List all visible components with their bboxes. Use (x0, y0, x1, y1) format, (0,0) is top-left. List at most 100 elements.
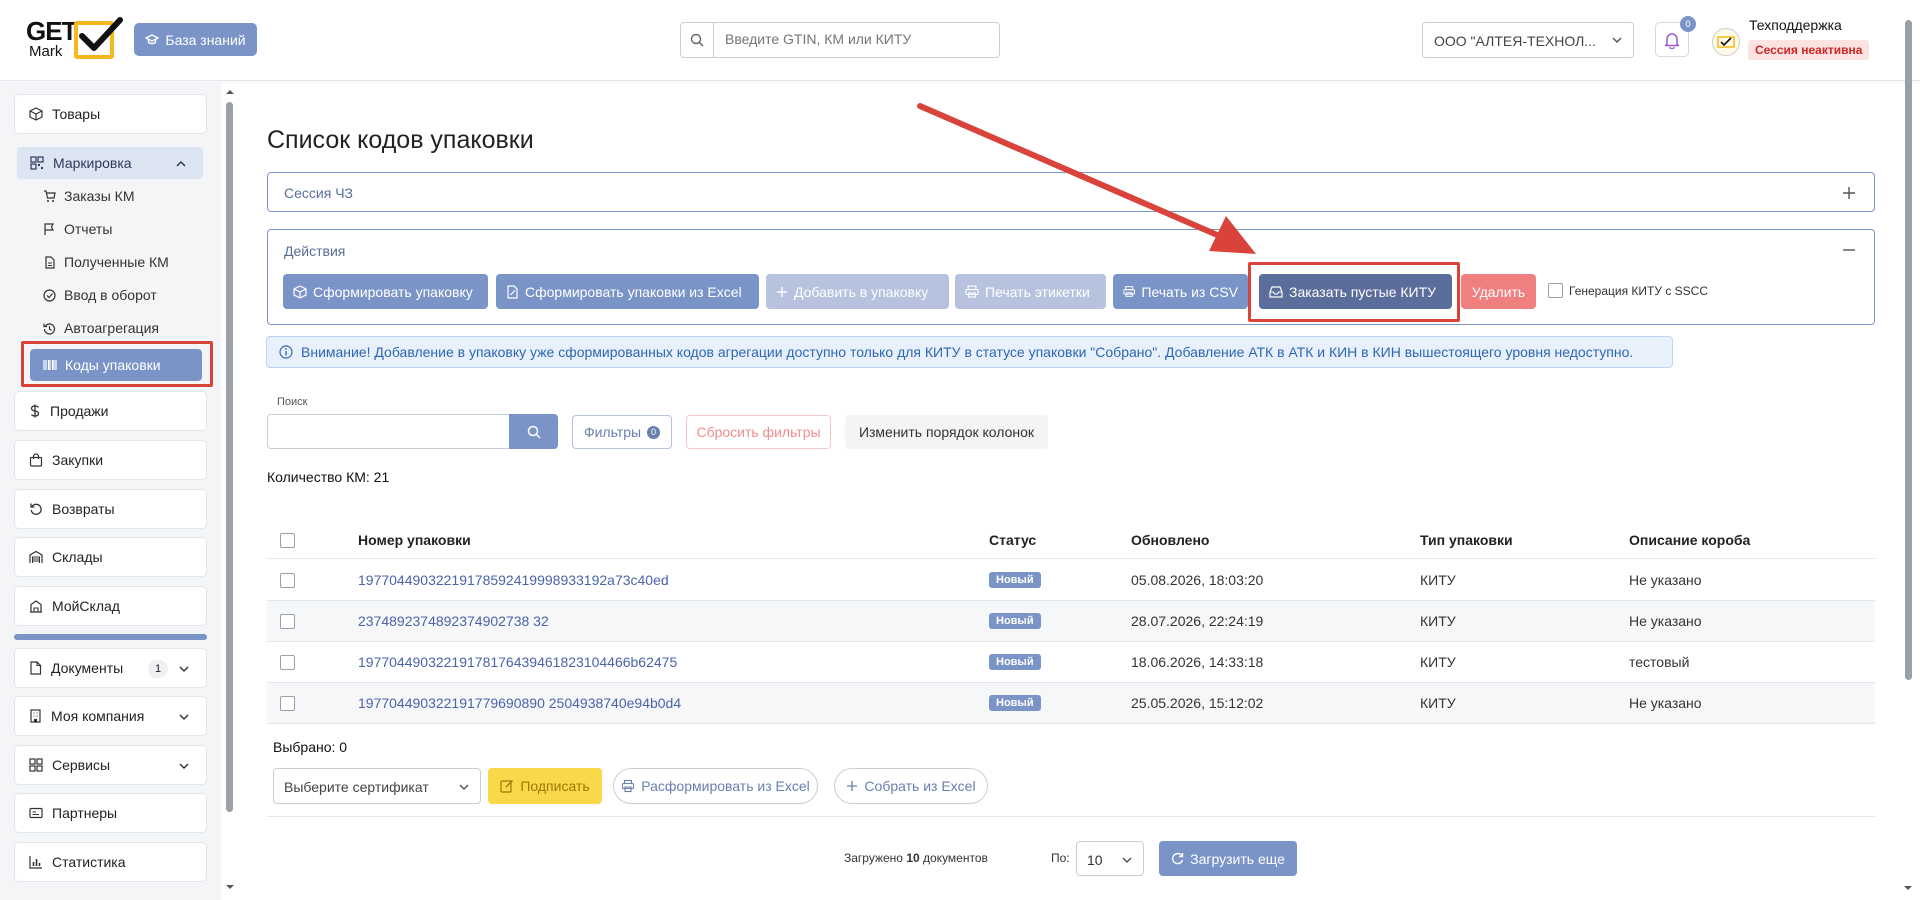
avatar[interactable] (1712, 28, 1740, 56)
printer-icon (965, 285, 979, 298)
user-name[interactable]: Техподдержка (1749, 17, 1842, 33)
sidebar-item-sales[interactable]: Продажи (14, 391, 207, 431)
main-scroll-thumb[interactable] (1905, 20, 1912, 680)
sidebar-item-warehouses[interactable]: Склады (14, 537, 207, 577)
sidebar-subitem-km-orders[interactable]: Заказы КМ (43, 185, 135, 207)
reorder-columns-button[interactable]: Изменить порядок колонок (845, 415, 1048, 449)
table-row[interactable]: 2374892374892374902738 32 Новый 28.07.20… (267, 601, 1875, 642)
info-alert: Внимание! Добавление в упаковку уже сфор… (266, 336, 1673, 368)
sidebar-item-returns[interactable]: Возвраты (14, 489, 207, 529)
certificate-select[interactable]: Выберите сертификат (273, 768, 481, 804)
minus-icon[interactable] (1842, 249, 1856, 251)
filters-button[interactable]: Фильтры 0 (572, 415, 672, 449)
filters-count-badge: 0 (647, 425, 661, 439)
form-pack-button[interactable]: Сформировать упаковку (283, 274, 488, 309)
per-page-select[interactable]: 10 (1076, 841, 1144, 876)
column-header-status[interactable]: Статус (989, 532, 1036, 548)
global-search-input[interactable] (725, 31, 985, 47)
sidebar-item-moysklad[interactable]: МойСклад (14, 586, 207, 626)
sidebar-scroll-thumb[interactable] (226, 102, 233, 812)
chevron-down-icon (179, 763, 189, 770)
gen-kitu-sscc-checkbox[interactable]: Генерация КИТУ с SSCC (1548, 283, 1708, 298)
button-label: Печать из CSV (1141, 283, 1238, 300)
table-search-button[interactable] (509, 414, 558, 449)
edit-icon (500, 780, 514, 793)
reset-filters-button[interactable]: Сбросить фильтры (686, 415, 831, 449)
table-row[interactable]: 197704490322191779690890 2504938740e94b0… (267, 683, 1875, 724)
button-label: Добавить в упаковку (794, 283, 929, 300)
package-number-link[interactable]: 19770449032219178176439461823104466b6247… (358, 654, 677, 670)
notifications-button[interactable]: 0 (1655, 16, 1696, 57)
loaded-prefix: Загружено (844, 851, 907, 865)
sidebar-item-documents[interactable]: Документы 1 (14, 648, 207, 688)
package-number-link[interactable]: 19770449032219178592419998933192a73c40ed (358, 572, 669, 588)
chevron-down-icon (1122, 857, 1132, 864)
column-header-updated[interactable]: Обновлено (1131, 532, 1209, 548)
sidebar-divider (14, 634, 207, 640)
table-search-input[interactable] (267, 414, 510, 449)
delete-button[interactable]: Удалить (1461, 274, 1536, 309)
sidebar-item-label: Закупки (52, 452, 104, 468)
chevron-down-icon (459, 784, 469, 791)
sidebar-item-label: Партнеры (52, 805, 118, 821)
sidebar-subitem-label: Автоагрегация (64, 320, 159, 336)
print-labels-button[interactable]: Печать этикетки (955, 274, 1106, 309)
disband-from-excel-button[interactable]: Расформировать из Excel (613, 768, 818, 804)
sign-button[interactable]: Подписать (488, 768, 602, 804)
updated-cell: 25.05.2026, 15:12:02 (1131, 695, 1264, 711)
table-row[interactable]: 19770449032219178592419998933192a73c40ed… (267, 560, 1875, 601)
status-badge: Новый (989, 572, 1041, 588)
chevron-down-icon (179, 666, 189, 673)
sidebar-subitem-autoaggregation[interactable]: Автоагрегация (43, 317, 159, 339)
sidebar-item-purchases[interactable]: Закупки (14, 440, 207, 480)
plus-icon[interactable] (1842, 186, 1856, 200)
flag-icon (44, 222, 54, 235)
checkbox-box[interactable] (1548, 283, 1563, 298)
sidebar-item-my-company[interactable]: Моя компания (14, 696, 207, 736)
getmark-logo[interactable]: GET Mark (26, 17, 123, 62)
row-checkbox[interactable] (280, 614, 295, 629)
sidebar-item-marking[interactable]: Маркировка (17, 147, 203, 179)
sidebar-item-partners[interactable]: Партнеры (14, 793, 207, 833)
grid-icon (29, 758, 43, 772)
package-number-link[interactable]: 2374892374892374902738 32 (358, 613, 549, 629)
sidebar-item-label: Возвраты (52, 501, 115, 517)
package-number-link[interactable]: 197704490322191779690890 2504938740e94b0… (358, 695, 681, 711)
print-csv-button[interactable]: Печать из CSV (1113, 274, 1248, 309)
select-all-checkbox[interactable] (280, 533, 295, 548)
column-header-description[interactable]: Описание короба (1629, 532, 1750, 548)
column-header-number[interactable]: Номер упаковки (358, 532, 471, 548)
row-checkbox[interactable] (280, 573, 295, 588)
table-header: Номер упаковки Статус Обновлено Тип упак… (267, 522, 1875, 559)
knowledge-base-button[interactable]: База знаний (134, 23, 257, 56)
global-search[interactable] (680, 22, 1000, 58)
avatar-logo-icon (1717, 36, 1735, 48)
table-row[interactable]: 19770449032219178176439461823104466b6247… (267, 642, 1875, 683)
load-more-button[interactable]: Загрузить еще (1159, 841, 1297, 876)
scroll-down-arrow-icon[interactable] (224, 883, 236, 891)
add-to-pack-button[interactable]: Добавить в упаковку (766, 274, 949, 309)
main-scrollbar[interactable] (1899, 14, 1917, 894)
sidebar-subitem-reports[interactable]: Отчеты (43, 218, 112, 240)
form-from-excel-button[interactable]: Сформировать упаковки из Excel (496, 274, 759, 309)
sidebar-subitem-circulation[interactable]: Ввод в оборот (43, 284, 157, 306)
button-label: Сформировать упаковки из Excel (525, 283, 742, 300)
sidebar-subitem-received-km[interactable]: Полученные КМ (43, 251, 169, 273)
row-checkbox[interactable] (280, 696, 295, 711)
sidebar-item-services[interactable]: Сервисы (14, 745, 207, 785)
column-header-type[interactable]: Тип упаковки (1420, 532, 1513, 548)
selected-count: Выбрано: 0 (273, 739, 348, 755)
sidebar-item-products[interactable]: Товары (14, 94, 207, 134)
sidebar-scrollbar[interactable] (224, 88, 236, 898)
row-checkbox[interactable] (280, 655, 295, 670)
scroll-down-arrow-icon[interactable] (1902, 884, 1914, 892)
assemble-from-excel-button[interactable]: Собрать из Excel (834, 768, 988, 804)
organization-select[interactable]: ООО "АЛТЕЯ-ТЕХНОЛ... (1422, 22, 1634, 58)
sidebar-item-statistics[interactable]: Статистика (14, 842, 207, 882)
info-icon (279, 345, 293, 359)
session-cz-accordion[interactable]: Сессия ЧЗ (267, 172, 1875, 212)
chevron-down-icon (179, 714, 189, 721)
scroll-up-arrow-icon[interactable] (224, 88, 236, 96)
status-badge: Новый (989, 654, 1041, 670)
description-cell: Не указано (1629, 695, 1702, 711)
